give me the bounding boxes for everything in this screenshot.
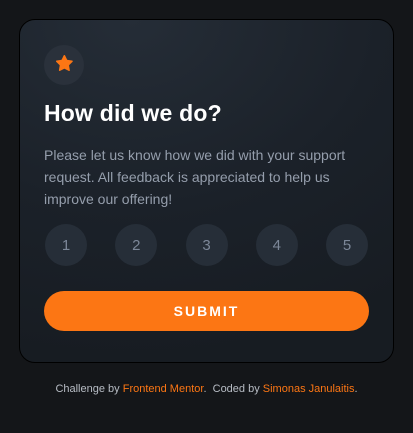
- rating-options: 1 2 3 4 5: [45, 224, 368, 266]
- rating-card: How did we do? Please let us know how we…: [19, 19, 394, 363]
- coded-prefix: Coded by: [212, 383, 260, 395]
- attribution: Challenge by Frontend Mentor. Coded by S…: [0, 383, 413, 395]
- rating-3-button[interactable]: 3: [185, 224, 228, 266]
- rating-5-button[interactable]: 5: [326, 224, 368, 266]
- coded-suffix: .: [354, 383, 358, 395]
- author-link[interactable]: Simonas Janulaitis: [263, 383, 355, 395]
- card-description: Please let us know how we did with your …: [44, 147, 346, 207]
- submit-button[interactable]: SUBMIT: [44, 291, 369, 331]
- frontend-mentor-link[interactable]: Frontend Mentor: [123, 383, 204, 395]
- challenge-suffix: .: [203, 383, 207, 395]
- rating-4-button[interactable]: 4: [255, 224, 298, 266]
- challenge-prefix: Challenge by: [55, 383, 120, 395]
- card-title: How did we do?: [44, 100, 222, 126]
- rating-2-button[interactable]: 2: [115, 224, 158, 266]
- star-badge: [44, 45, 84, 85]
- star-icon: [55, 54, 73, 76]
- rating-1-button[interactable]: 1: [45, 224, 87, 266]
